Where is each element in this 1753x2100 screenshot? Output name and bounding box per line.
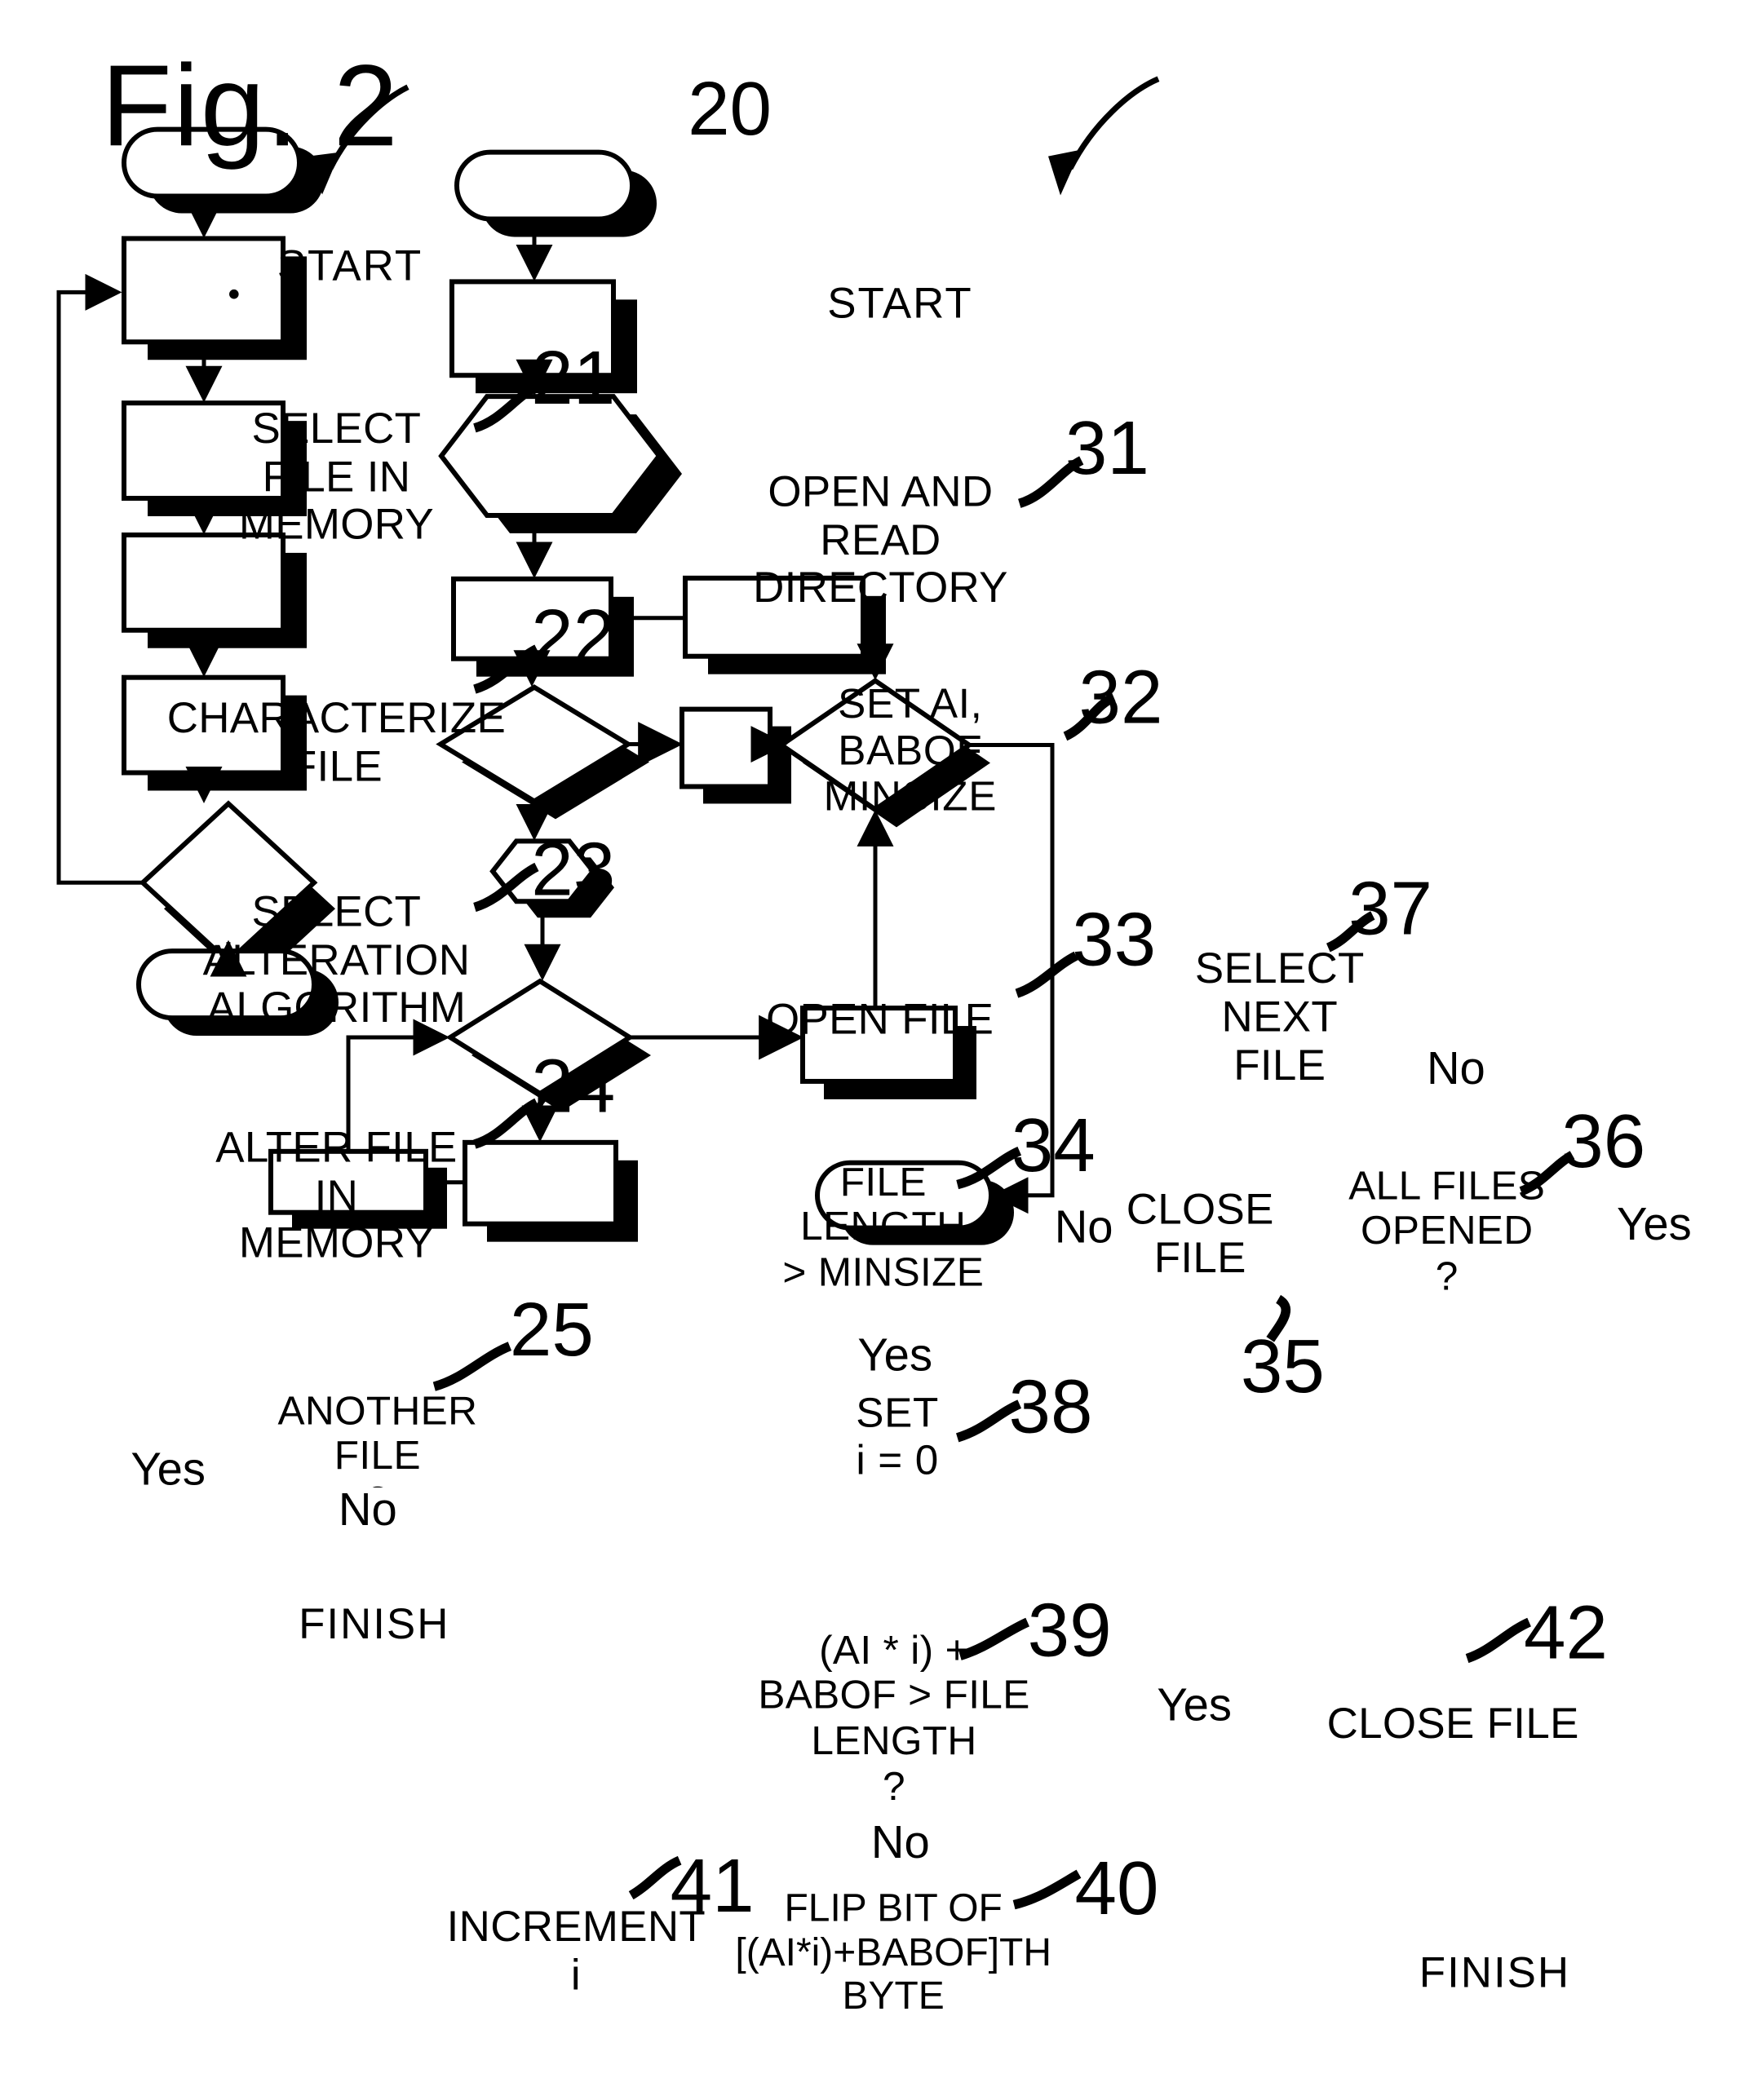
fig2-node-22-shape xyxy=(121,400,307,516)
fig3-node-35-shape xyxy=(679,706,791,804)
fig3-edge-label-36-no: No xyxy=(1422,1046,1490,1092)
scan-speck xyxy=(229,289,239,299)
fig2-finish-shape xyxy=(135,948,339,1037)
fig2-node-23-shape xyxy=(121,532,307,648)
fig3-edge-label-36-yes: Yes xyxy=(1613,1202,1696,1249)
fig2-ref-numeral-21: 21 xyxy=(531,335,616,420)
fig3-ref-numeral-37: 37 xyxy=(1348,865,1433,951)
fig3-ref-numeral-33: 33 xyxy=(1072,896,1157,982)
fig3-ref-numeral-36: 36 xyxy=(1561,1098,1646,1183)
fig2-edge-label-no: No xyxy=(334,1487,401,1534)
fig3-node-42-shape xyxy=(799,1006,976,1099)
fig3-node-34-shape xyxy=(436,684,649,820)
fig3-ref-numeral-32: 32 xyxy=(1078,654,1163,740)
fig3-edge-label-34-no: No xyxy=(1050,1205,1118,1251)
fig2-ref-numeral-20: 20 xyxy=(688,65,772,151)
fig3-ref-numeral-41: 41 xyxy=(670,1842,755,1928)
fig3-finish-shape xyxy=(814,1160,1014,1245)
fig2-title: Fig. 2 xyxy=(100,42,400,171)
fig3-edge-label-39-no: No xyxy=(866,1819,934,1866)
fig3-ref-numeral-34: 34 xyxy=(1011,1102,1096,1187)
fig3-ref-numeral-31: 31 xyxy=(1065,405,1149,490)
fig3-ref-numeral-38: 38 xyxy=(1008,1364,1093,1449)
fig2-ref-numeral-22: 22 xyxy=(531,593,616,679)
fig2-node-21-shape xyxy=(121,236,307,360)
fig3-edge-label-39-yes: Yes xyxy=(1153,1682,1236,1729)
fig2-ref-numeral-24: 24 xyxy=(531,1043,616,1129)
fig3-ref-numeral-35: 35 xyxy=(1240,1323,1325,1408)
fig3-start-shape xyxy=(454,149,657,237)
fig2-node-24-shape xyxy=(121,674,307,791)
flowchart-drawing-layer xyxy=(56,76,1160,1245)
fig3-ref-numeral-40: 40 xyxy=(1074,1846,1159,1931)
fig3-node-37-shape xyxy=(682,575,886,674)
fig2-ref-numeral-25: 25 xyxy=(509,1287,594,1373)
fig2-edge-label-yes: Yes xyxy=(126,1447,210,1493)
fig3-node-36-shape xyxy=(777,678,990,828)
fig3-lead-arrow xyxy=(1048,76,1160,196)
fig2-ref-numeral-23: 23 xyxy=(531,826,616,912)
fig3-node-40-shape xyxy=(462,1139,638,1242)
fig3-node-41-shape xyxy=(268,1148,447,1229)
patent-flowchart-figure-sheet: Fig. 2 20 START SELECT FILE IN MEMORY CH… xyxy=(0,0,1753,2100)
fig3-edge-label-34-yes: Yes xyxy=(853,1333,937,1379)
fig3-ref-numeral-39: 39 xyxy=(1027,1587,1112,1673)
fig3-ref-numeral-42: 42 xyxy=(1523,1589,1608,1675)
